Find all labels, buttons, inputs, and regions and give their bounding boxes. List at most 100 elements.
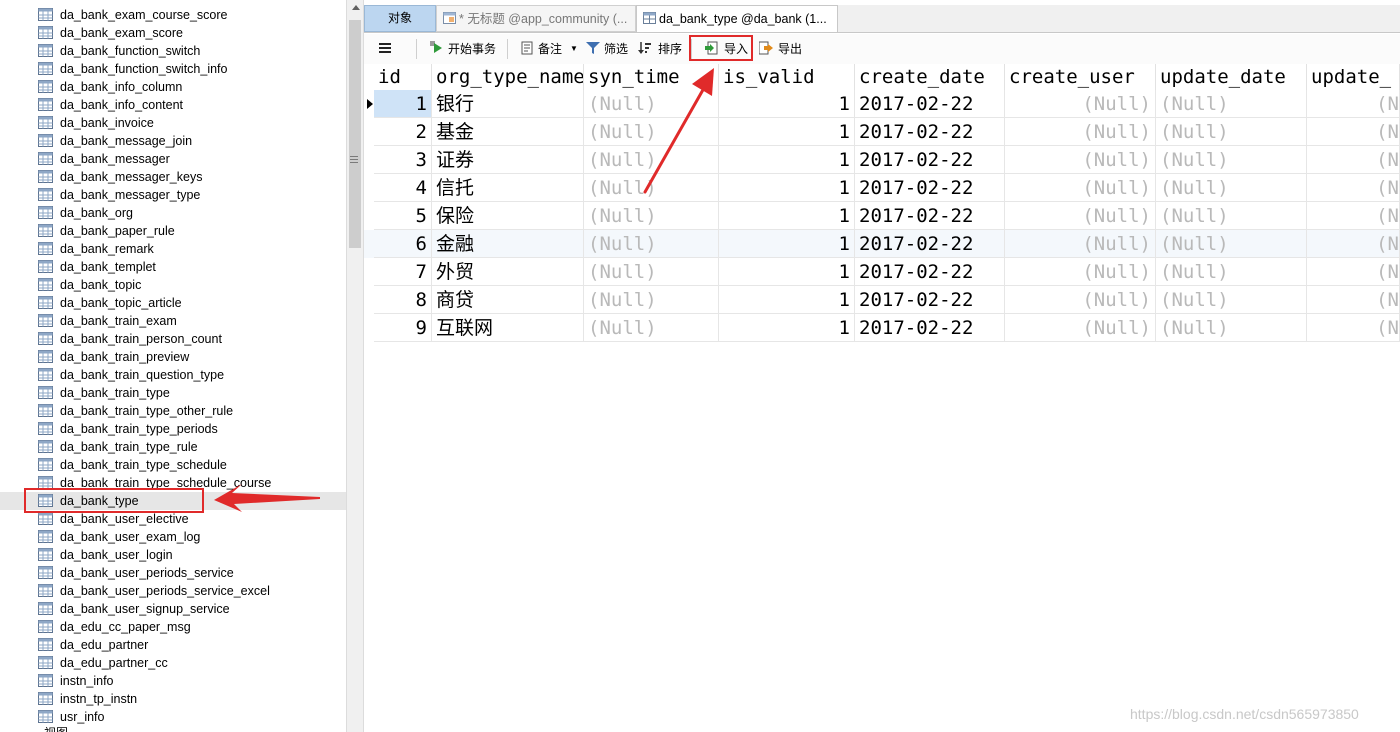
cell-is-valid[interactable]: 1 [719, 258, 855, 286]
cell-create-date[interactable]: 2017-02-22 [855, 90, 1005, 118]
cell-update-user[interactable]: (N [1307, 174, 1400, 202]
cell-create-date[interactable]: 2017-02-22 [855, 258, 1005, 286]
cell-id[interactable]: 2 [374, 118, 432, 146]
tree-item-table[interactable]: da_bank_train_type [0, 384, 346, 402]
cell-update-date[interactable]: (Null) [1156, 146, 1307, 174]
tree-item-table[interactable]: da_bank_exam_course_score [0, 6, 346, 24]
cell-update-user[interactable]: (N [1307, 230, 1400, 258]
cell-org-type-name[interactable]: 保险 [432, 202, 584, 230]
tree-item-table[interactable]: usr_info [0, 708, 346, 726]
cell-org-type-name[interactable]: 证券 [432, 146, 584, 174]
cell-update-user[interactable]: (N [1307, 146, 1400, 174]
tree-item-table[interactable]: da_bank_train_exam [0, 312, 346, 330]
cell-update-user[interactable]: (N [1307, 202, 1400, 230]
cell-update-date[interactable]: (Null) [1156, 314, 1307, 342]
tree-item-table[interactable]: da_bank_train_person_count [0, 330, 346, 348]
column-header-update-date[interactable]: update_date [1156, 64, 1307, 90]
scroll-up-arrow-icon[interactable] [352, 5, 360, 10]
data-grid[interactable]: id org_type_name syn_time is_valid create_da… [364, 64, 1400, 732]
tree-item-table[interactable]: da_bank_messager [0, 150, 346, 168]
column-header-syn-time[interactable]: syn_time [584, 64, 719, 90]
cell-id[interactable]: 4 [374, 174, 432, 202]
cell-org-type-name[interactable]: 基金 [432, 118, 584, 146]
table-row[interactable]: 2 基金 (Null) 1 2017-02-22 (Null) (Null) (N [364, 118, 1400, 146]
table-row[interactable]: 3 证券 (Null) 1 2017-02-22 (Null) (Null) (N [364, 146, 1400, 174]
cell-create-user[interactable]: (Null) [1005, 146, 1156, 174]
cell-is-valid[interactable]: 1 [719, 90, 855, 118]
cell-create-user[interactable]: (Null) [1005, 314, 1156, 342]
cell-syn-time[interactable]: (Null) [584, 230, 719, 258]
cell-id[interactable]: 8 [374, 286, 432, 314]
table-row[interactable]: 9 互联网 (Null) 1 2017-02-22 (Null) (Null) (N [364, 314, 1400, 342]
cell-create-date[interactable]: 2017-02-22 [855, 146, 1005, 174]
cell-is-valid[interactable]: 1 [719, 286, 855, 314]
cell-create-date[interactable]: 2017-02-22 [855, 118, 1005, 146]
cell-create-date[interactable]: 2017-02-22 [855, 174, 1005, 202]
cell-id[interactable]: 7 [374, 258, 432, 286]
tree-item-table[interactable]: da_bank_train_type_periods [0, 420, 346, 438]
cell-update-user[interactable]: (N [1307, 286, 1400, 314]
cell-org-type-name[interactable]: 互联网 [432, 314, 584, 342]
tree-item-table[interactable]: da_bank_templet [0, 258, 346, 276]
cell-id[interactable]: 9 [374, 314, 432, 342]
tree-item-table[interactable]: da_edu_partner [0, 636, 346, 654]
cell-id[interactable]: 1 [374, 90, 432, 118]
tree-item-table[interactable]: da_bank_info_content [0, 96, 346, 114]
column-header-create-date[interactable]: create_date [855, 64, 1005, 90]
cell-syn-time[interactable]: (Null) [584, 118, 719, 146]
cell-create-user[interactable]: (Null) [1005, 230, 1156, 258]
cell-update-date[interactable]: (Null) [1156, 90, 1307, 118]
tree-item-table[interactable]: da_bank_train_question_type [0, 366, 346, 384]
table-row[interactable]: 5 保险 (Null) 1 2017-02-22 (Null) (Null) (N [364, 202, 1400, 230]
column-header-is-valid[interactable]: is_valid [719, 64, 855, 90]
tree-item-table[interactable]: instn_tp_instn [0, 690, 346, 708]
cell-syn-time[interactable]: (Null) [584, 314, 719, 342]
table-row[interactable]: 4 信托 (Null) 1 2017-02-22 (Null) (Null) (N [364, 174, 1400, 202]
tree-item-table[interactable]: da_bank_exam_score [0, 24, 346, 42]
tree-item-table[interactable]: da_bank_train_type_schedule [0, 456, 346, 474]
tree-item-table[interactable]: da_bank_user_periods_service_excel [0, 582, 346, 600]
cell-create-user[interactable]: (Null) [1005, 174, 1156, 202]
table-row[interactable]: 6 金融 (Null) 1 2017-02-22 (Null) (Null) (N [364, 230, 1400, 258]
tree-item-table[interactable]: da_bank_function_switch_info [0, 60, 346, 78]
cell-id[interactable]: 6 [374, 230, 432, 258]
cell-is-valid[interactable]: 1 [719, 146, 855, 174]
table-row[interactable]: 7 外贸 (Null) 1 2017-02-22 (Null) (Null) (N [364, 258, 1400, 286]
cell-create-date[interactable]: 2017-02-22 [855, 286, 1005, 314]
tree-item-table[interactable]: da_bank_messager_type [0, 186, 346, 204]
cell-create-date[interactable]: 2017-02-22 [855, 314, 1005, 342]
tree-item-table[interactable]: da_bank_train_preview [0, 348, 346, 366]
cell-org-type-name[interactable]: 金融 [432, 230, 584, 258]
cell-update-user[interactable]: (N [1307, 118, 1400, 146]
cell-create-date[interactable]: 2017-02-22 [855, 230, 1005, 258]
tree-item-table[interactable]: da_bank_user_exam_log [0, 528, 346, 546]
column-header-create-user[interactable]: create_user [1005, 64, 1156, 90]
tab-objects[interactable]: 对象 [364, 5, 436, 32]
cell-update-user[interactable]: (N [1307, 258, 1400, 286]
cell-org-type-name[interactable]: 商贷 [432, 286, 584, 314]
cell-create-user[interactable]: (Null) [1005, 258, 1156, 286]
cell-create-user[interactable]: (Null) [1005, 90, 1156, 118]
tree-item-table[interactable]: da_bank_info_column [0, 78, 346, 96]
column-header-update-[interactable]: update_ [1307, 64, 1400, 90]
cell-syn-time[interactable]: (Null) [584, 146, 719, 174]
table-row[interactable]: 8 商贷 (Null) 1 2017-02-22 (Null) (Null) (N [364, 286, 1400, 314]
cell-update-date[interactable]: (Null) [1156, 202, 1307, 230]
cell-org-type-name[interactable]: 外贸 [432, 258, 584, 286]
cell-create-user[interactable]: (Null) [1005, 202, 1156, 230]
cell-is-valid[interactable]: 1 [719, 118, 855, 146]
tree-item-table[interactable]: da_bank_user_login [0, 546, 346, 564]
tree-item-table[interactable]: da_bank_user_signup_service [0, 600, 346, 618]
cell-is-valid[interactable]: 1 [719, 174, 855, 202]
cell-id[interactable]: 5 [374, 202, 432, 230]
cell-update-date[interactable]: (Null) [1156, 286, 1307, 314]
tree-item-table[interactable]: da_bank_user_periods_service [0, 564, 346, 582]
tree-item-table[interactable]: da_bank_function_switch [0, 42, 346, 60]
cell-syn-time[interactable]: (Null) [584, 202, 719, 230]
tree-scrollbar[interactable] [346, 0, 364, 732]
tree-item-table[interactable]: da_bank_invoice [0, 114, 346, 132]
column-header-id[interactable]: id [364, 64, 432, 90]
table-row[interactable]: 1 银行 (Null) 1 2017-02-22 (Null) (Null) (N [364, 90, 1400, 118]
tree-item-table[interactable]: da_bank_messager_keys [0, 168, 346, 186]
cell-update-date[interactable]: (Null) [1156, 230, 1307, 258]
